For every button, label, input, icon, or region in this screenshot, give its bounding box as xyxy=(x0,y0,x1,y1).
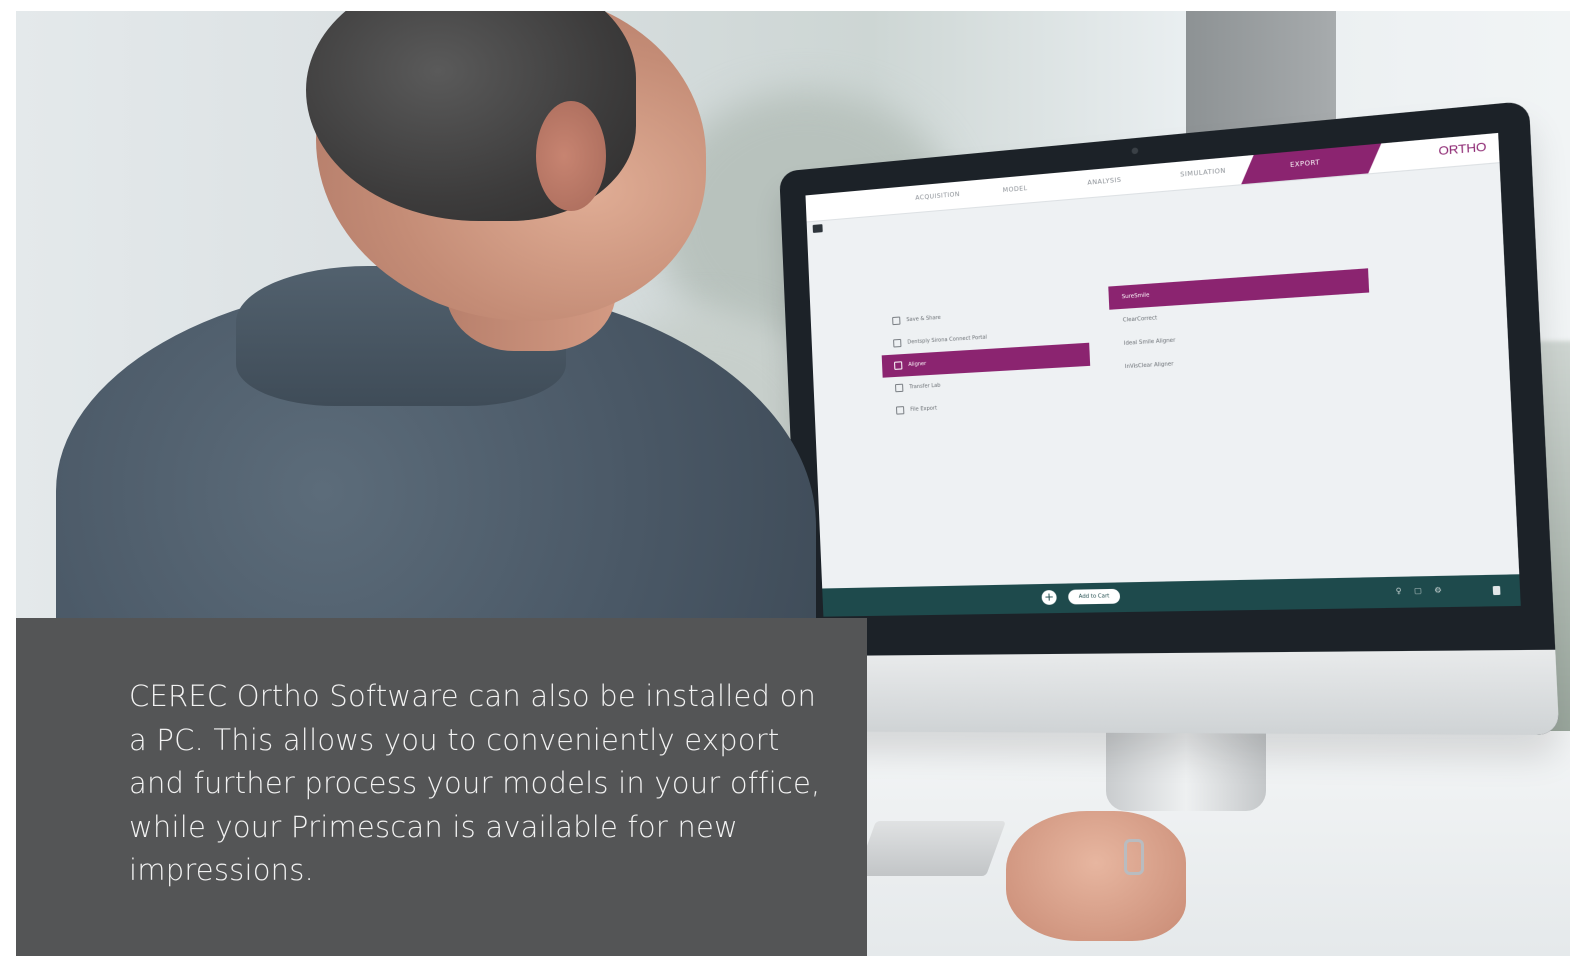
list-item-label: Aligner xyxy=(908,360,927,369)
caption-text: CEREC Ortho Software can also be install… xyxy=(129,679,821,887)
list-item-label: SureSmile xyxy=(1121,292,1150,301)
file-icon xyxy=(895,406,905,415)
list-item-label: Ideal Smile Aligner xyxy=(1123,337,1176,347)
aligner-provider-list: SureSmile ClearCorrect Ideal Smile Align… xyxy=(1108,268,1372,379)
aligner-icon xyxy=(894,361,903,370)
person-ear xyxy=(536,101,606,211)
list-item-label: Dentsply Sirona Connect Portal xyxy=(907,334,988,346)
tab-acquisition[interactable]: ACQUISITION xyxy=(915,191,960,202)
brand-logo: ORTHO xyxy=(1438,140,1487,159)
ring xyxy=(1124,839,1144,875)
add-to-cart-button[interactable]: Add to Cart xyxy=(1067,588,1121,605)
share-icon xyxy=(892,316,901,326)
list-item-label: Save & Share xyxy=(906,314,941,324)
add-button[interactable]: + xyxy=(1041,590,1057,605)
bottom-bar: + Add to Cart ♀ ▢ ⚙ xyxy=(822,574,1521,617)
export-options-list: Save & Share Dentsply Sirona Connect Por… xyxy=(880,296,1092,422)
list-item-label: InVisClear Aligner xyxy=(1124,361,1174,371)
tab-export[interactable]: EXPORT xyxy=(1241,143,1382,185)
list-item-label: ClearCorrect xyxy=(1122,315,1158,324)
status-icons: ♀ ▢ ⚙ xyxy=(1395,585,1447,596)
tab-analysis[interactable]: ANALYSIS xyxy=(1087,176,1121,186)
screen: ACQUISITION MODEL ANALYSIS SIMULATION EX… xyxy=(805,132,1521,617)
tab-simulation[interactable]: SIMULATION xyxy=(1180,167,1226,179)
keyboard xyxy=(855,821,1007,876)
menu-icon[interactable] xyxy=(812,224,823,233)
person-hand xyxy=(1006,811,1186,941)
tab-model[interactable]: MODEL xyxy=(1003,185,1028,194)
monitor-chin xyxy=(799,649,1560,736)
list-item-label: Transfer Lab xyxy=(909,382,941,391)
monitor: ACQUISITION MODEL ANALYSIS SIMULATION EX… xyxy=(779,100,1560,736)
tab-export-label: EXPORT xyxy=(1289,158,1321,170)
list-item-label: File Export xyxy=(910,405,938,413)
caption-box: CEREC Ortho Software can also be install… xyxy=(16,618,867,956)
link-icon xyxy=(893,338,902,348)
camera-dot xyxy=(1130,147,1138,155)
transfer-icon xyxy=(895,383,904,393)
logo-icon xyxy=(1492,585,1501,596)
